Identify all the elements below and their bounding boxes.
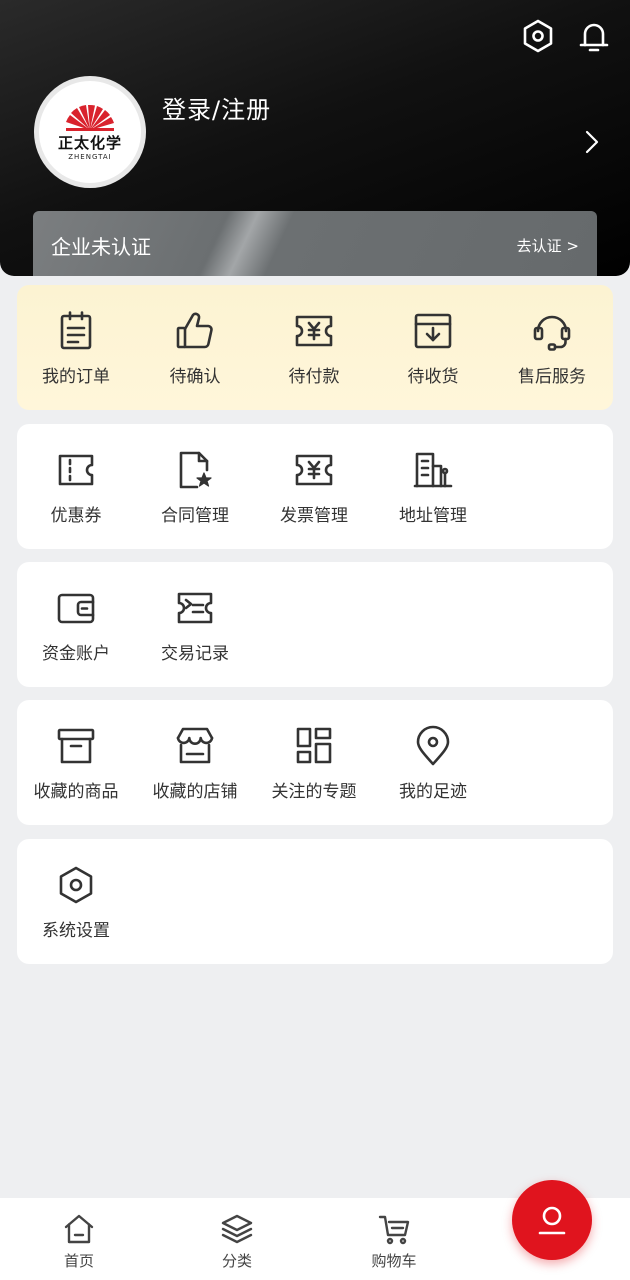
transactions-button[interactable]: 交易记录 [136,562,254,687]
chevron-right-icon[interactable] [578,126,604,158]
profile-header: 正太化学 ZHENGTAI 登录/注册 企业未认证 去认证 > [0,0,630,276]
user-icon [538,1206,566,1235]
to-confirm-label: 待确认 [169,367,221,387]
invoice-mgmt-button[interactable]: 发票管理 [255,424,373,549]
transactions-label: 交易记录 [161,644,229,664]
followed-topics-label: 关注的专题 [271,782,357,802]
login-register-link[interactable]: 登录/注册 [162,90,271,125]
invoice-icon [292,448,336,492]
cert-status: 企业未认证 [51,235,151,259]
my-orders-label: 我的订单 [42,367,110,387]
logo-subtext: ZHENGTAI [68,153,112,161]
tab-category-label: 分类 [221,1252,252,1270]
followed-topics-button[interactable]: 关注的专题 [255,700,373,825]
system-settings-button[interactable]: 系统设置 [17,839,135,964]
settings-hex-icon [54,863,98,907]
building-icon [411,448,455,492]
grid-icon [292,724,336,768]
finance-card: 资金账户 交易记录 [17,562,613,687]
layers-icon [221,1214,253,1244]
contract-mgmt-button[interactable]: 合同管理 [136,424,254,549]
after-sales-label: 售后服务 [518,367,586,387]
to-pay-label: 待付款 [288,367,340,387]
fav-products-label: 收藏的商品 [33,782,119,802]
logo-text: 正太化学 [57,134,122,152]
favorites-card: 收藏的商品 收藏的店铺 关注的专题 我的足迹 [17,700,613,825]
enterprise-cert-bar[interactable]: 企业未认证 去认证 > [33,211,597,276]
to-confirm-button[interactable]: 待确认 [136,285,254,410]
coupons-button[interactable]: 优惠券 [17,424,135,549]
tab-home-label: 首页 [63,1252,94,1270]
ticket-icon [292,309,336,353]
go-certify-link[interactable]: 去认证 > [517,235,579,256]
thumbs-up-icon [173,309,217,353]
cart-icon [378,1215,410,1245]
my-footprints-label: 我的足迹 [399,782,467,802]
inbox-icon [411,309,455,353]
headset-icon [530,309,574,353]
clipboard-icon [54,309,98,353]
address-mgmt-button[interactable]: 地址管理 [374,424,492,549]
to-pay-button[interactable]: 待付款 [255,285,373,410]
settings-icon[interactable] [518,16,558,56]
system-settings-label: 系统设置 [42,921,110,941]
receipt-icon [173,586,217,630]
bell-icon[interactable] [574,16,614,56]
system-card: 系统设置 [17,839,613,964]
fav-stores-button[interactable]: 收藏的店铺 [136,700,254,825]
fund-account-button[interactable]: 资金账户 [17,562,135,687]
fav-products-button[interactable]: 收藏的商品 [17,700,135,825]
address-mgmt-label: 地址管理 [399,506,467,526]
invoice-mgmt-label: 发票管理 [280,506,348,526]
home-icon [64,1214,94,1244]
my-footprints-button[interactable]: 我的足迹 [374,700,492,825]
avatar[interactable]: 正太化学 ZHENGTAI [34,76,146,188]
store-icon [173,724,217,768]
my-orders-button[interactable]: 我的订单 [17,285,135,410]
fund-account-label: 资金账户 [42,644,110,664]
tab-profile-active[interactable] [512,1180,592,1260]
tools-card: 优惠券 合同管理 发票管理 地址管理 [17,424,613,549]
to-receive-label: 待收货 [407,367,459,387]
orders-card: 我的订单 待确认 待付款 待收货 售后服务 [17,285,613,410]
after-sales-button[interactable]: 售后服务 [493,285,611,410]
coupon-icon [54,448,98,492]
to-receive-button[interactable]: 待收货 [374,285,492,410]
logo-fan-icon [66,104,114,131]
tab-category[interactable]: 分类 [177,1198,297,1280]
archive-box-icon [54,724,98,768]
contract-mgmt-label: 合同管理 [161,506,229,526]
coupons-label: 优惠券 [50,506,102,526]
tab-cart[interactable]: 购物车 [334,1198,454,1280]
fav-stores-label: 收藏的店铺 [152,782,238,802]
tab-home[interactable]: 首页 [19,1198,139,1280]
location-pin-icon [411,724,455,768]
wallet-icon [54,586,98,630]
tab-cart-label: 购物车 [371,1252,417,1270]
contract-icon [173,448,217,492]
